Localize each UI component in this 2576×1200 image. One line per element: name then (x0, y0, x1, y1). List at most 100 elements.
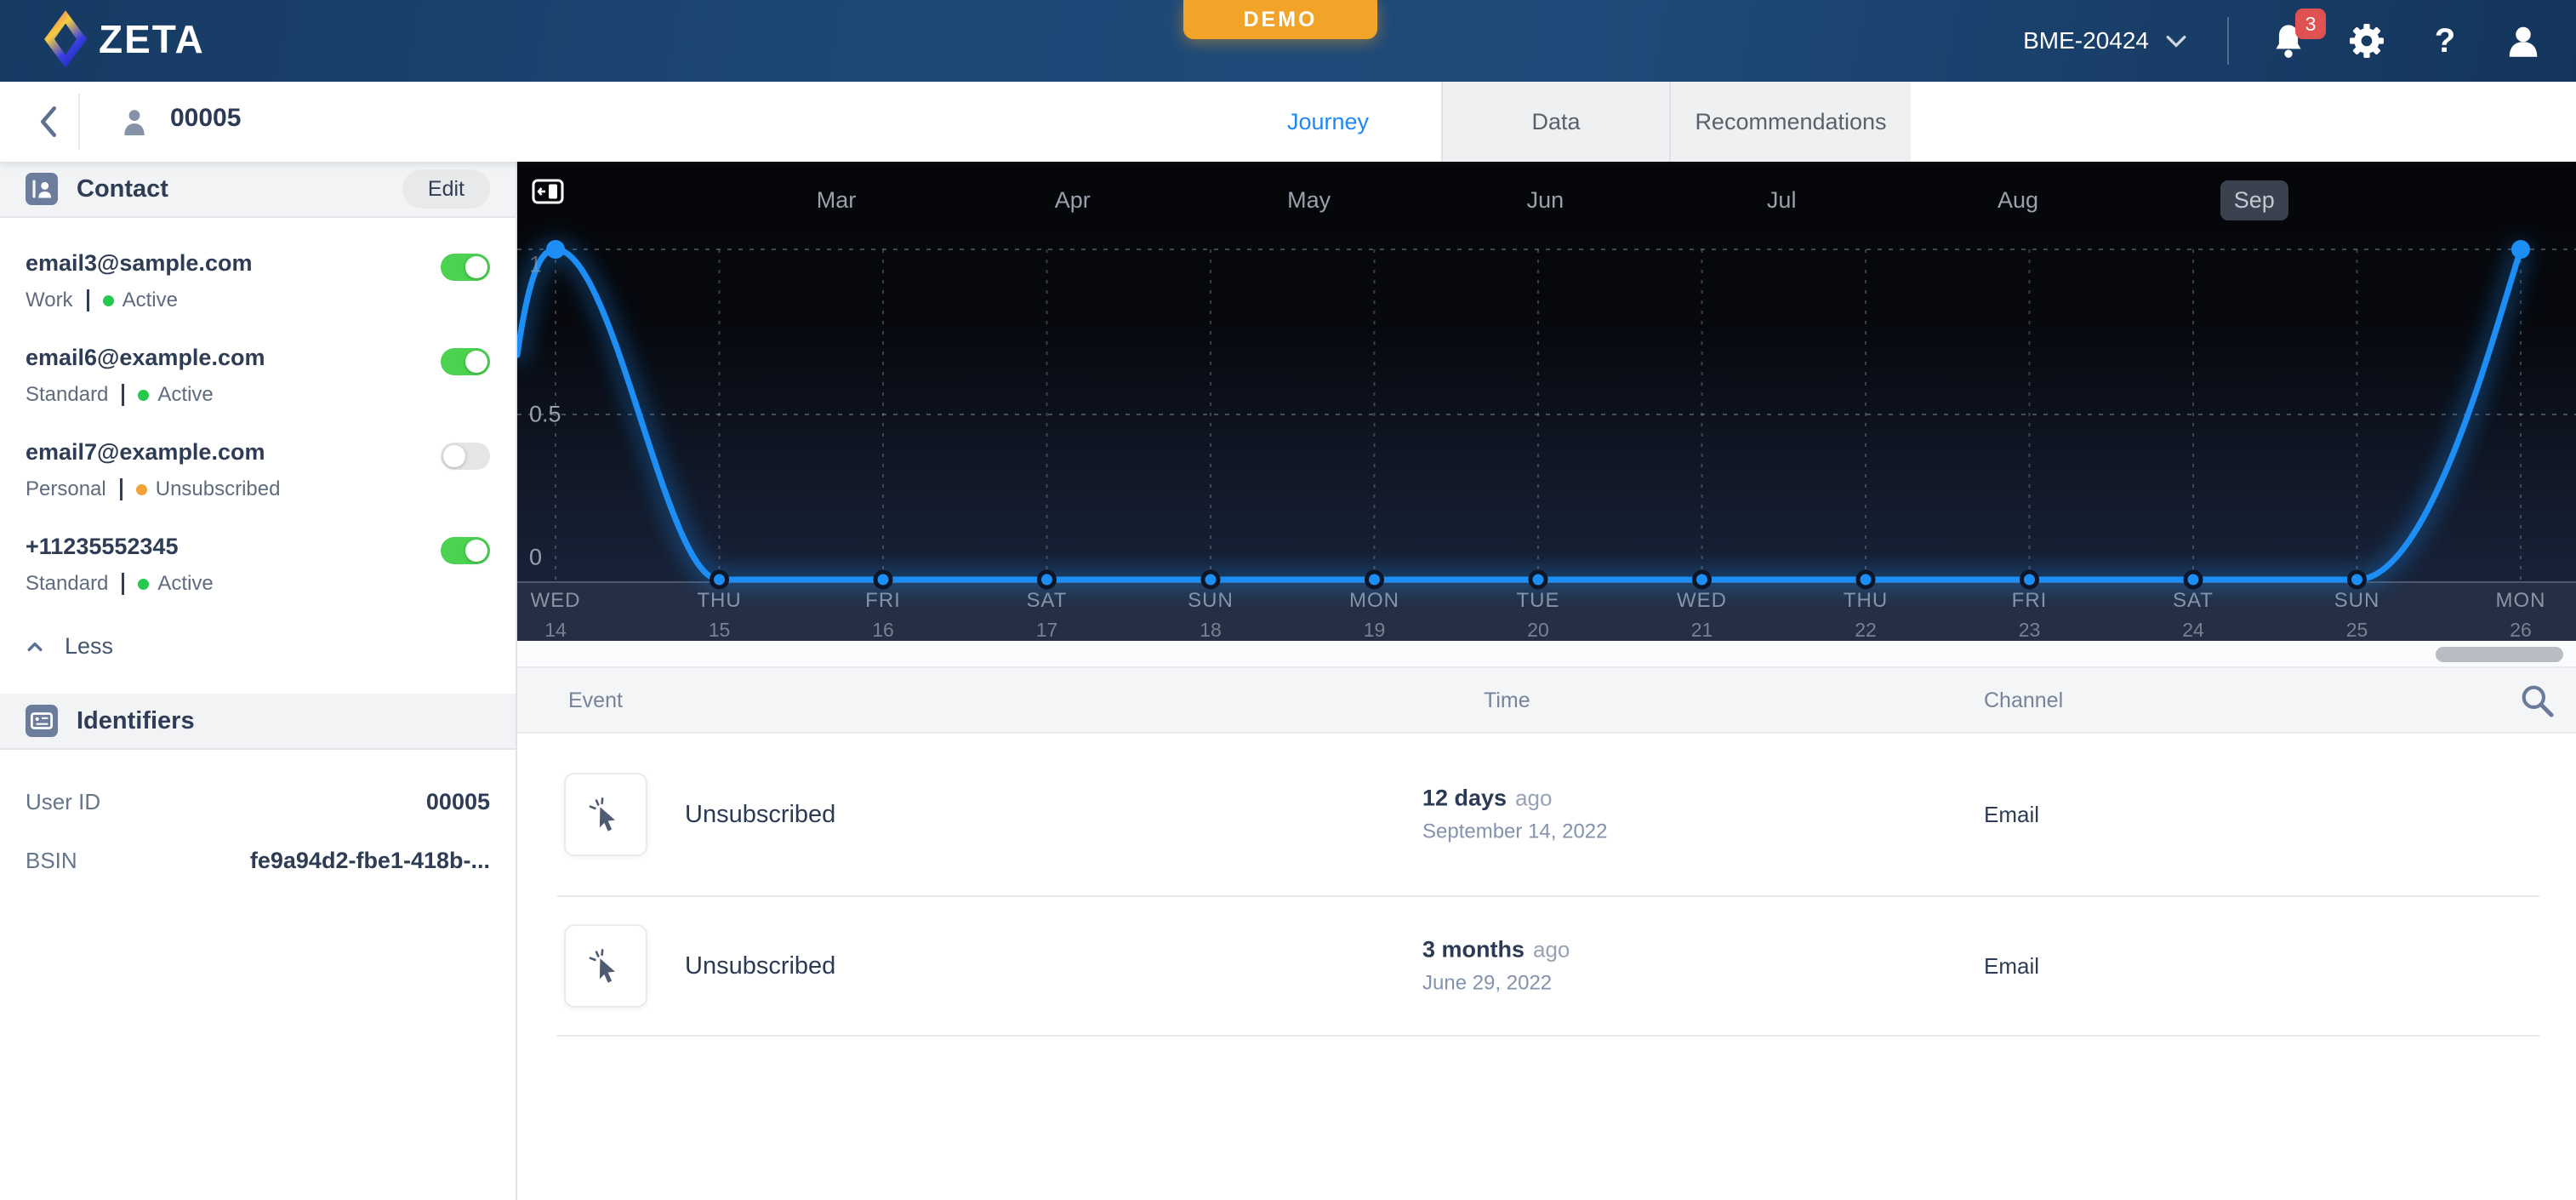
day-tick: SAT17 (1027, 589, 1068, 641)
brand-logo[interactable]: ZETA (44, 10, 205, 68)
toggle-knob (465, 256, 487, 278)
day-date: 14 (531, 619, 581, 641)
month-label-may[interactable]: May (1274, 180, 1344, 220)
data-point[interactable] (1530, 572, 1546, 587)
time-date: June 29, 2022 (1422, 972, 1570, 996)
data-point[interactable] (546, 240, 565, 259)
edit-contact-button[interactable]: Edit (402, 169, 490, 209)
profile-header: 00005 Journey Data Recommendations (0, 82, 2576, 162)
contact-meta: Standard Active (26, 572, 441, 596)
data-point[interactable] (712, 572, 727, 587)
contact-toggle[interactable] (441, 537, 490, 564)
tab-recommendations[interactable]: Recommendations (1671, 82, 1911, 162)
day-name: WED (531, 589, 581, 613)
day-date: 19 (1349, 619, 1399, 641)
contact-toggle[interactable] (441, 443, 490, 470)
contact-status: Unsubscribed (156, 477, 281, 501)
day-date: 18 (1188, 619, 1234, 641)
contact-meta: Standard Active (26, 383, 441, 407)
journey-main: MarAprMayJunJulAugSep WED14THU15FRI16SAT… (517, 162, 2576, 1200)
meta-separator (122, 573, 124, 595)
data-point[interactable] (1040, 572, 1055, 587)
demo-badge: DEMO (1183, 0, 1377, 39)
contact-toggle[interactable] (441, 348, 490, 375)
back-button[interactable] (29, 102, 68, 141)
day-tick: FRI23 (2012, 589, 2048, 641)
time-relative: 12 days (1422, 786, 1507, 811)
event-channel: Email (1984, 802, 2039, 828)
contact-meta: Personal Unsubscribed (26, 477, 441, 501)
month-label-jun[interactable]: Jun (1513, 180, 1578, 220)
y-tick-label: 1 (529, 252, 542, 278)
day-date: 23 (2012, 619, 2048, 641)
meta-separator (120, 478, 123, 500)
collapse-less-link[interactable]: Less (27, 633, 516, 660)
top-navbar: ZETA DEMO BME-20424 3 (0, 0, 2576, 82)
data-point[interactable] (2022, 572, 2037, 587)
header-divider (78, 94, 80, 150)
notification-count-badge: 3 (2295, 9, 2326, 39)
chart-scrollbar-thumb[interactable] (2436, 647, 2563, 662)
event-row[interactable]: Unsubscribed 12 daysago September 14, 20… (557, 734, 2539, 897)
month-axis: Mar Apr May Jun Jul Aug Sep (517, 180, 2576, 225)
data-point[interactable] (1695, 572, 1710, 587)
tab-journey[interactable]: Journey (1215, 82, 1443, 162)
less-label: Less (65, 633, 113, 660)
day-date: 22 (1844, 619, 1888, 641)
tab-data[interactable]: Data (1443, 82, 1671, 162)
month-label-mar[interactable]: Mar (803, 180, 870, 220)
day-name: THU (697, 589, 741, 613)
table-search-button[interactable] (2518, 682, 2556, 719)
identifier-label: User ID (26, 789, 100, 815)
account-dropdown[interactable]: BME-20424 (2023, 27, 2186, 54)
day-date: 15 (697, 619, 741, 641)
settings-button[interactable] (2348, 22, 2385, 60)
day-name: MON (2496, 589, 2546, 613)
contact-type: Personal (26, 477, 106, 501)
contact-section-title: Contact (77, 175, 384, 203)
contact-type: Standard (26, 383, 108, 407)
day-tick: MON19 (1349, 589, 1399, 641)
search-icon (2518, 682, 2556, 719)
toggle-knob (465, 351, 487, 373)
page-title: 00005 (170, 104, 241, 133)
status-dot (136, 484, 147, 495)
day-axis-strip: WED14THU15FRI16SAT17SUN18MON19TUE20WED21… (517, 582, 2576, 641)
day-name: TUE (1517, 589, 1560, 613)
identifier-row: BSIN fe9a94d2-fbe1-418b-... (26, 848, 490, 874)
contact-status: Active (157, 572, 213, 596)
contact-toggle[interactable] (441, 254, 490, 281)
month-label-jul[interactable]: Jul (1753, 180, 1810, 220)
data-point[interactable] (875, 572, 891, 587)
month-label-apr[interactable]: Apr (1041, 180, 1104, 220)
month-label-sep[interactable]: Sep (2220, 180, 2288, 220)
help-button[interactable]: ? (2426, 22, 2464, 60)
data-point[interactable] (2350, 572, 2365, 587)
user-menu-button[interactable] (2505, 22, 2542, 60)
status-dot (138, 390, 149, 401)
data-point[interactable] (1858, 572, 1873, 587)
contact-status: Active (157, 383, 213, 407)
notifications-button[interactable]: 3 (2270, 22, 2307, 60)
time-suffix: ago (1515, 786, 1552, 811)
data-point[interactable] (1367, 572, 1382, 587)
event-row[interactable]: Unsubscribed 3 monthsago June 29, 2022 E… (557, 897, 2539, 1037)
month-label-aug[interactable]: Aug (1984, 180, 2052, 220)
data-point[interactable] (2186, 572, 2201, 587)
day-tick: WED21 (1677, 589, 1727, 641)
zeta-diamond-icon (44, 10, 87, 68)
identifier-value: fe9a94d2-fbe1-418b-... (250, 848, 490, 874)
day-name: FRI (865, 589, 901, 613)
contact-value: email3@sample.com (26, 250, 441, 277)
status-dot (138, 579, 149, 590)
contact-type: Work (26, 289, 73, 312)
data-point[interactable] (2511, 240, 2530, 259)
day-tick: TUE20 (1517, 589, 1560, 641)
journey-timeline-chart[interactable]: MarAprMayJunJulAugSep WED14THU15FRI16SAT… (517, 162, 2576, 641)
caret-up-icon (27, 642, 43, 652)
data-point[interactable] (1203, 572, 1218, 587)
day-date: 25 (2334, 619, 2380, 641)
event-type-icon-box (564, 773, 647, 856)
y-tick-label: 0 (529, 545, 542, 571)
contact-item: email7@example.com Personal Unsubscribed (0, 439, 516, 501)
